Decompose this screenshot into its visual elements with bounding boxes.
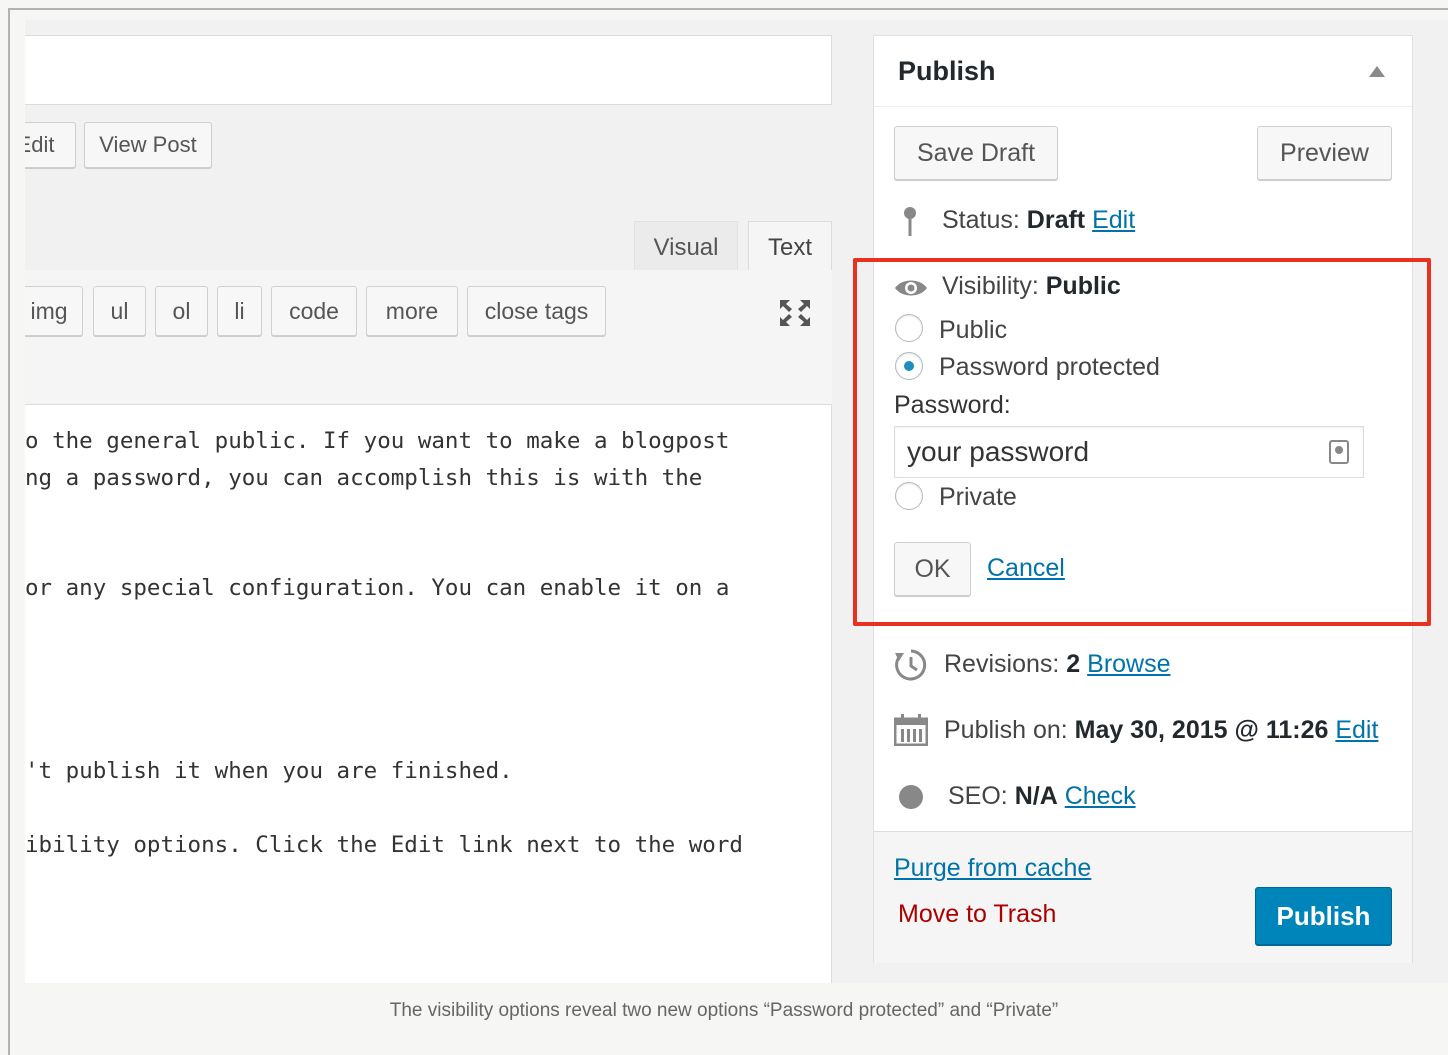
- revisions-count: 2: [1066, 650, 1081, 678]
- editor-line: ibility options. Click the Edit link nex…: [25, 832, 743, 858]
- tab-visual[interactable]: Visual: [634, 221, 738, 275]
- text-editor-area[interactable]: o the general public. If you want to mak…: [25, 405, 832, 983]
- quicktag-ol[interactable]: ol: [155, 286, 208, 336]
- quicktag-more[interactable]: more: [366, 286, 458, 336]
- view-post-button[interactable]: View Post: [84, 122, 212, 168]
- revisions-label: Revisions:: [944, 650, 1060, 678]
- seo-status-dot-icon: [899, 785, 923, 809]
- status-value: Draft: [1026, 206, 1086, 234]
- purge-cache-link[interactable]: Purge from cache: [894, 854, 1091, 883]
- editor-line: o the general public. If you want to mak…: [25, 428, 730, 454]
- quicktag-img[interactable]: img: [25, 286, 83, 336]
- quicktag-ul[interactable]: ul: [93, 286, 146, 336]
- quicktag-li[interactable]: li: [217, 286, 262, 336]
- fullscreen-icon[interactable]: [778, 298, 812, 328]
- quicktags-toolbar: img ul ol li code more close tags: [25, 270, 832, 405]
- tab-text[interactable]: Text: [748, 221, 832, 276]
- editor-line: 't publish it when you are finished.: [25, 758, 513, 784]
- quicktag-close-tags[interactable]: close tags: [467, 286, 606, 336]
- revisions-row: Revisions: 2 Browse: [944, 650, 1171, 679]
- seo-row: SEO: N/A Check: [948, 782, 1136, 811]
- seo-label: SEO:: [948, 782, 1008, 810]
- major-publishing-actions: Purge from cache Move to Trash Publish: [874, 831, 1412, 963]
- publish-header[interactable]: Publish: [874, 36, 1412, 107]
- quicktag-code[interactable]: code: [271, 286, 357, 336]
- seo-value: N/A: [1014, 782, 1058, 810]
- post-title-input[interactable]: [25, 35, 832, 105]
- status-label: Status:: [942, 206, 1020, 234]
- save-draft-button[interactable]: Save Draft: [894, 126, 1058, 180]
- publish-button[interactable]: Publish: [1255, 887, 1392, 945]
- edit-button[interactable]: Edit: [25, 122, 76, 168]
- publish-title: Publish: [898, 56, 996, 86]
- image-caption: The visibility options reveal two new op…: [389, 1000, 1059, 1021]
- status-row: Status: Draft Edit: [942, 206, 1135, 235]
- preview-button[interactable]: Preview: [1257, 126, 1392, 180]
- editor-line: ng a password, you can accomplish this i…: [25, 465, 703, 491]
- pin-icon: [904, 207, 916, 236]
- seo-check-link[interactable]: Check: [1065, 782, 1136, 810]
- publish-on-label: Publish on:: [944, 716, 1068, 744]
- status-edit-link[interactable]: Edit: [1092, 206, 1135, 234]
- revisions-history-icon: [895, 649, 927, 681]
- highlight-box: [853, 258, 1431, 626]
- publish-on-row: Publish on: May 30, 2015 @ 11:26 Edit: [944, 716, 1378, 745]
- editor-line: or any special configuration. You can en…: [25, 575, 730, 601]
- publish-on-edit-link[interactable]: Edit: [1335, 716, 1378, 744]
- revisions-browse-link[interactable]: Browse: [1087, 650, 1170, 678]
- move-to-trash-link[interactable]: Move to Trash: [898, 900, 1056, 929]
- publish-on-value: May 30, 2015 @ 11:26: [1074, 716, 1329, 744]
- calendar-icon: [894, 714, 928, 746]
- collapse-arrow-icon[interactable]: [1369, 66, 1385, 77]
